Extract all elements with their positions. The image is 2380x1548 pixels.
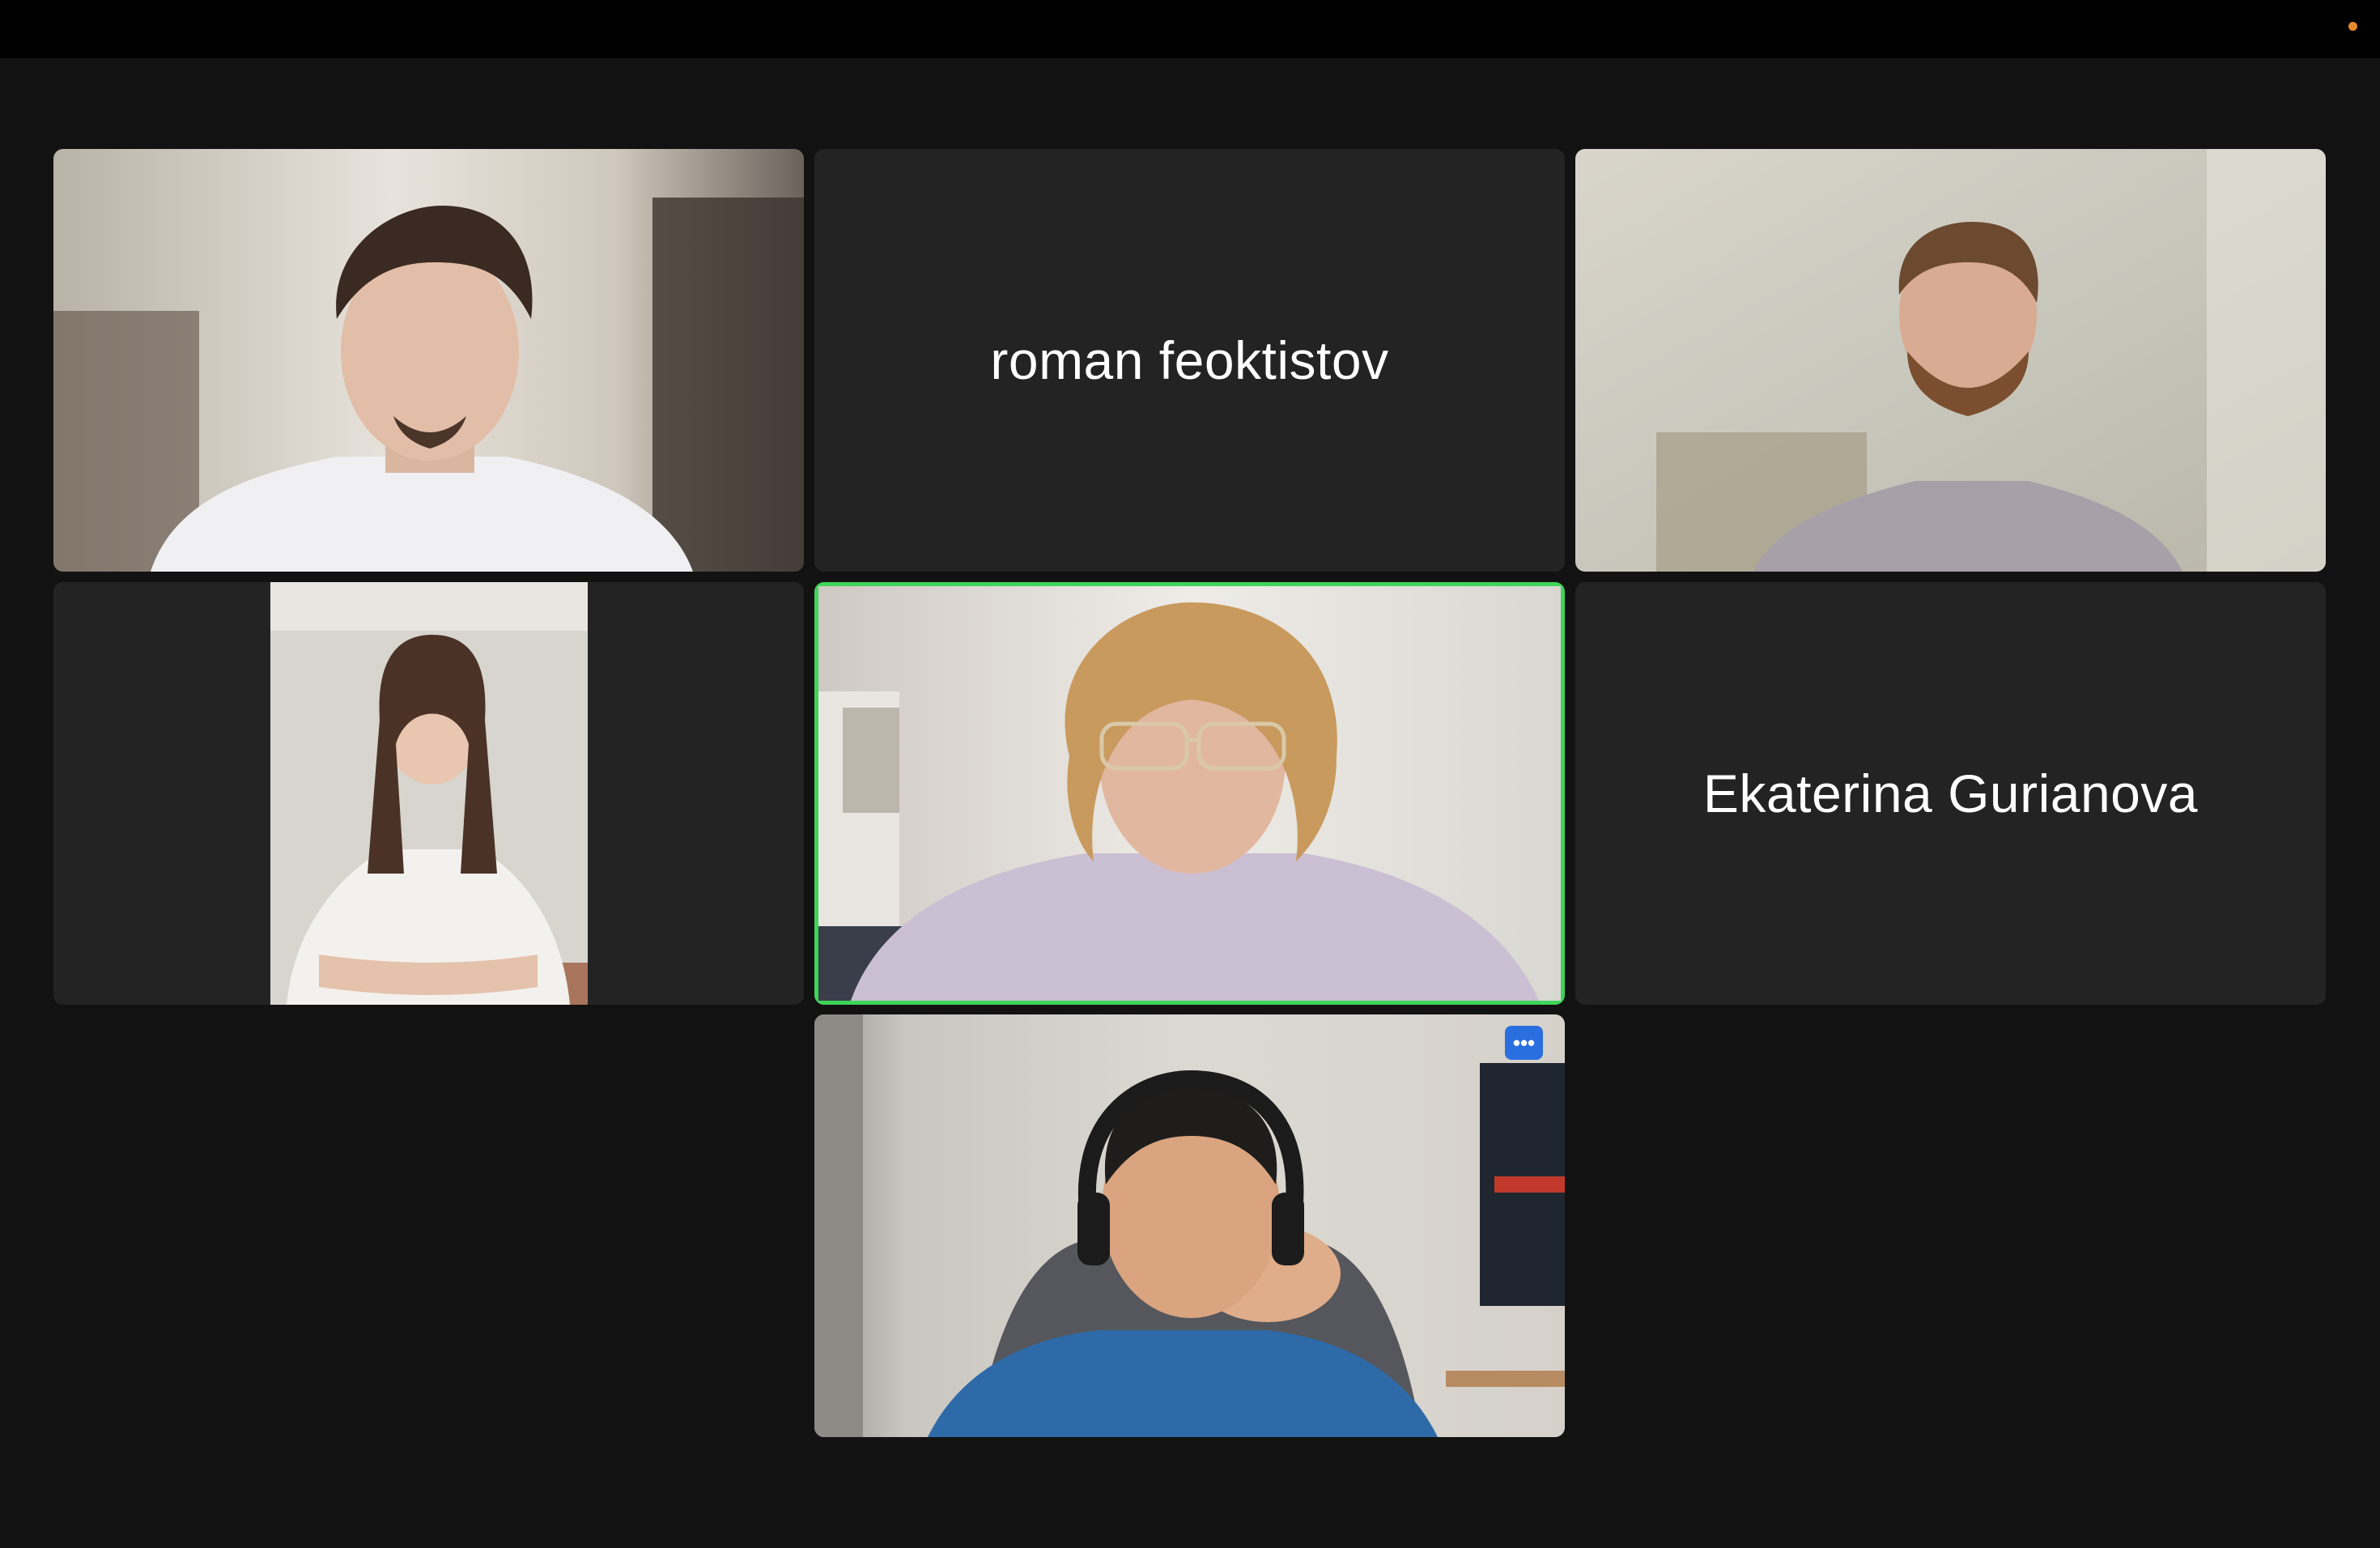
recording-dot-icon [2348,22,2357,31]
participant-video [818,586,1561,1001]
participant-name: Ekaterina Gurianova [1702,763,2199,823]
participant-video [1575,149,2326,572]
more-options-button[interactable]: ••• [1505,1026,1543,1060]
active-speaker-tile[interactable] [814,582,1565,1005]
participant-video-portrait [53,582,804,1005]
participant-tile[interactable]: Ekaterina Gurianova [1575,582,2326,1005]
participant-video [53,149,804,572]
participant-tile[interactable] [53,149,804,572]
participant-tile[interactable]: ••• [814,1014,1565,1437]
participant-tile[interactable]: roman feoktistov [814,149,1565,572]
participant-name: roman feoktistov [990,330,1389,390]
participant-tile[interactable] [53,582,804,1005]
participant-video [814,1014,1565,1437]
participant-tile[interactable] [1575,149,2326,572]
title-bar [0,0,2380,58]
